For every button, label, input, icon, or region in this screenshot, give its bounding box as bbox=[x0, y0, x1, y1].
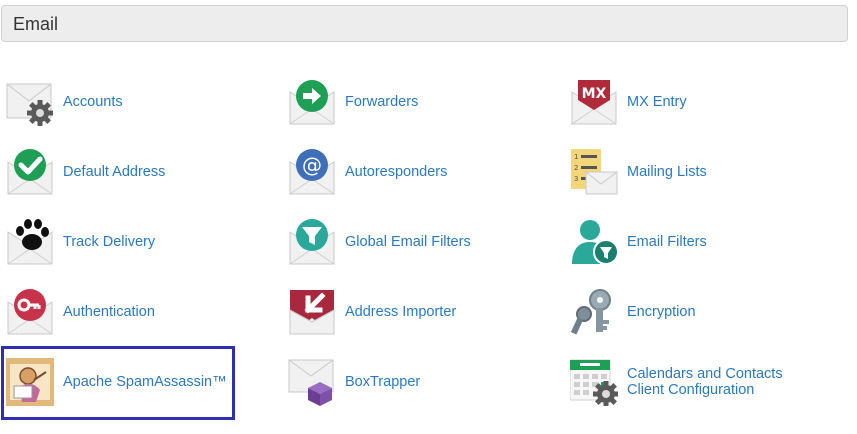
email-filters-link[interactable]: Email Filters bbox=[570, 218, 707, 266]
section-header: Email bbox=[1, 5, 848, 42]
mailing-list-icon: 1 2 3 bbox=[571, 149, 618, 195]
box-icon bbox=[288, 359, 334, 406]
user-filter-icon bbox=[572, 220, 618, 265]
check-mark-icon bbox=[7, 149, 53, 195]
accounts-label: Accounts bbox=[63, 94, 123, 110]
mailing-lists-link[interactable]: 1 2 3 Mailing Lists bbox=[570, 148, 707, 196]
mx-entry-link[interactable]: MX MX Entry bbox=[570, 78, 687, 126]
calendar-gear-icon bbox=[570, 359, 618, 406]
calendars-contacts-label-line2: Client Configuration bbox=[627, 382, 755, 398]
mx-entry-label: MX Entry bbox=[627, 94, 687, 110]
default-address-label: Default Address bbox=[63, 164, 166, 180]
at-sign-icon: @ bbox=[289, 149, 335, 195]
svg-text:@: @ bbox=[302, 153, 322, 177]
import-arrow-icon bbox=[289, 290, 335, 335]
email-filters-label: Email Filters bbox=[627, 234, 707, 250]
calendars-contacts-label: Calendars and Contacts Client Configurat… bbox=[627, 366, 783, 398]
forward-arrow-icon bbox=[289, 80, 335, 125]
address-importer-label: Address Importer bbox=[345, 304, 457, 320]
mx-entry-icon: MX bbox=[571, 80, 617, 125]
envelope-gear-icon bbox=[6, 83, 53, 126]
funnel-filter-icon bbox=[289, 219, 335, 265]
authentication-label: Authentication bbox=[63, 304, 155, 320]
encryption-link[interactable]: Encryption bbox=[570, 288, 696, 336]
forwarders-label: Forwarders bbox=[345, 94, 419, 110]
accounts-link[interactable]: Accounts bbox=[6, 78, 123, 126]
authentication-link[interactable]: Authentication bbox=[6, 288, 155, 336]
boxtrapper-label: BoxTrapper bbox=[345, 374, 421, 390]
spamassassin-icon bbox=[6, 358, 54, 406]
address-importer-link[interactable]: Address Importer bbox=[288, 288, 456, 336]
key-icon bbox=[7, 289, 53, 335]
mailing-lists-label: Mailing Lists bbox=[627, 164, 707, 180]
autoresponders-label: Autoresponders bbox=[345, 164, 448, 180]
keys-icon bbox=[570, 289, 611, 335]
track-delivery-label: Track Delivery bbox=[63, 234, 156, 250]
svg-text:2: 2 bbox=[574, 164, 578, 172]
global-email-filters-link[interactable]: Global Email Filters bbox=[288, 218, 471, 266]
apache-spamassassin-label: Apache SpamAssassin™ bbox=[63, 374, 227, 390]
boxtrapper-link[interactable]: BoxTrapper bbox=[288, 358, 420, 406]
apache-spamassassin-link[interactable]: Apache SpamAssassin™ bbox=[6, 358, 227, 406]
svg-text:1: 1 bbox=[574, 153, 578, 161]
forwarders-link[interactable]: Forwarders bbox=[288, 78, 418, 126]
autoresponders-link[interactable]: @ Autoresponders bbox=[288, 148, 447, 196]
paw-print-icon bbox=[7, 219, 53, 265]
svg-text:MX: MX bbox=[582, 86, 607, 102]
svg-text:3: 3 bbox=[574, 175, 578, 183]
section-title: Email bbox=[13, 14, 59, 34]
default-address-link[interactable]: Default Address bbox=[6, 148, 165, 196]
global-email-filters-label: Global Email Filters bbox=[345, 234, 471, 250]
encryption-label: Encryption bbox=[627, 304, 696, 320]
calendars-contacts-link[interactable]: Calendars and Contacts Client Configurat… bbox=[570, 358, 783, 406]
calendars-contacts-label-line1: Calendars and Contacts bbox=[627, 366, 783, 382]
track-delivery-link[interactable]: Track Delivery bbox=[6, 218, 155, 266]
